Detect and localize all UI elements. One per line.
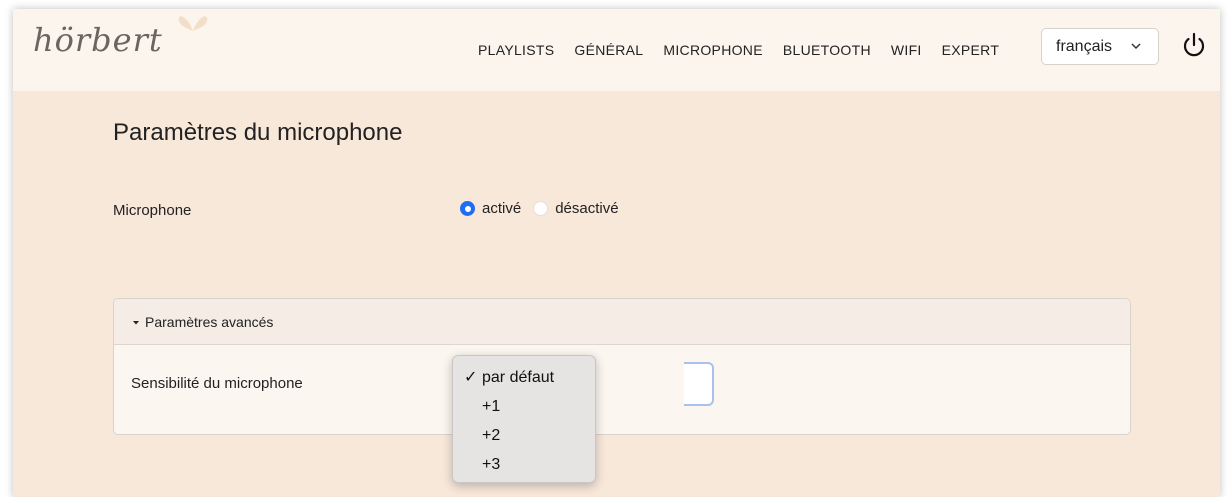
- nav-links: PLAYLISTS GÉNÉRAL MICROPHONE BLUETOOTH W…: [468, 9, 1009, 91]
- navbar: hörbert PLAYLISTS GÉNÉRAL MICROPHONE BLU…: [13, 9, 1220, 91]
- nav-microphone[interactable]: MICROPHONE: [653, 42, 772, 58]
- language-select[interactable]: français: [1041, 28, 1159, 65]
- radio-active-label[interactable]: activé: [482, 200, 521, 217]
- advanced-settings-card: Paramètres avancés Sensibilité du microp…: [113, 298, 1131, 435]
- nav-general[interactable]: GÉNÉRAL: [564, 42, 653, 58]
- advanced-settings-toggle[interactable]: Paramètres avancés: [114, 299, 1130, 345]
- sensitivity-label: Sensibilité du microphone: [131, 375, 303, 392]
- brand-logo[interactable]: hörbert: [33, 21, 163, 59]
- caret-down-icon: [133, 320, 139, 324]
- page-title: Paramètres du microphone: [113, 119, 403, 146]
- brand-logo-text: hörbert: [33, 21, 163, 59]
- nav-expert[interactable]: EXPERT: [932, 42, 1010, 58]
- microphone-radio-group: activé désactivé: [460, 200, 631, 217]
- dropdown-option-label: +3: [482, 456, 501, 473]
- advanced-settings-title: Paramètres avancés: [145, 313, 274, 330]
- dropdown-option-plus3[interactable]: +3: [453, 450, 595, 479]
- radio-inactive-label[interactable]: désactivé: [555, 200, 618, 217]
- language-select-value: français: [1056, 37, 1113, 55]
- dropdown-option-plus1[interactable]: +1: [453, 392, 595, 421]
- power-icon[interactable]: [1181, 32, 1207, 60]
- check-icon: ✓: [464, 369, 478, 386]
- dropdown-option-label: +1: [482, 398, 501, 415]
- sensitivity-dropdown-menu: ✓ par défaut +1 +2 +3: [452, 355, 596, 483]
- dropdown-option-default[interactable]: ✓ par défaut: [453, 363, 595, 392]
- nav-playlists[interactable]: PLAYLISTS: [468, 42, 564, 58]
- app-window: hörbert PLAYLISTS GÉNÉRAL MICROPHONE BLU…: [13, 9, 1220, 497]
- chevron-down-icon: [1131, 43, 1141, 50]
- nav-wifi[interactable]: WIFI: [881, 42, 932, 58]
- dropdown-option-label: +2: [482, 427, 501, 444]
- sensitivity-select[interactable]: [684, 362, 714, 406]
- dropdown-option-plus2[interactable]: +2: [453, 421, 595, 450]
- dropdown-option-label: par défaut: [482, 369, 555, 386]
- butterfly-icon: [178, 16, 208, 31]
- nav-bluetooth[interactable]: BLUETOOTH: [773, 42, 881, 58]
- microphone-label: Microphone: [113, 202, 192, 219]
- radio-active[interactable]: [460, 201, 475, 216]
- radio-inactive[interactable]: [533, 201, 549, 216]
